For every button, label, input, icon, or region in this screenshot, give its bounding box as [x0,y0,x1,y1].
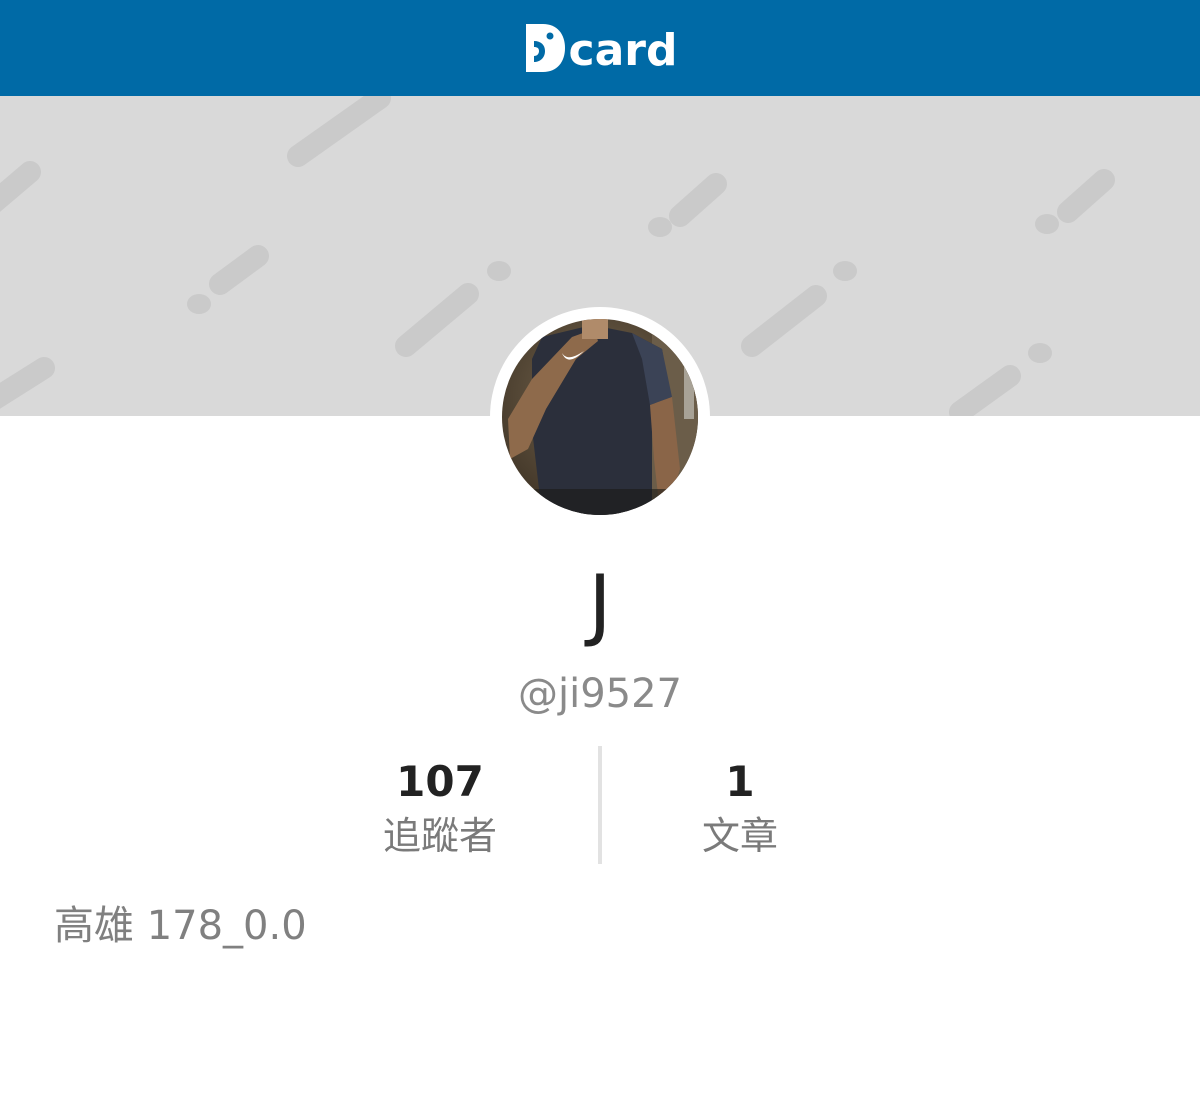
profile-bio: 高雄 178_0.0 [54,903,307,949]
logo-wordmark: card [568,25,678,76]
posts-count: 1 [725,757,755,806]
followers-label: 追蹤者 [382,814,497,858]
posts-stat[interactable]: 1 文章 [600,746,880,864]
dcard-logo[interactable]: card [523,18,678,78]
avatar-frame [490,307,710,527]
display-name: J [588,560,612,650]
followers-stat[interactable]: 107 追蹤者 [320,746,600,864]
followers-count: 107 [396,757,484,806]
profile-stats: 107 追蹤者 1 文章 [320,746,880,864]
user-handle: @ji9527 [517,671,683,717]
posts-label: 文章 [701,814,778,858]
top-bar: card [0,0,1200,96]
dcard-logo-mark-icon [525,24,565,72]
avatar-photo-icon [502,319,698,515]
avatar[interactable] [502,319,698,515]
profile-page: card J @ji9527 107 追蹤者 1 文章 高雄 178_0.0 [0,0,1200,1110]
